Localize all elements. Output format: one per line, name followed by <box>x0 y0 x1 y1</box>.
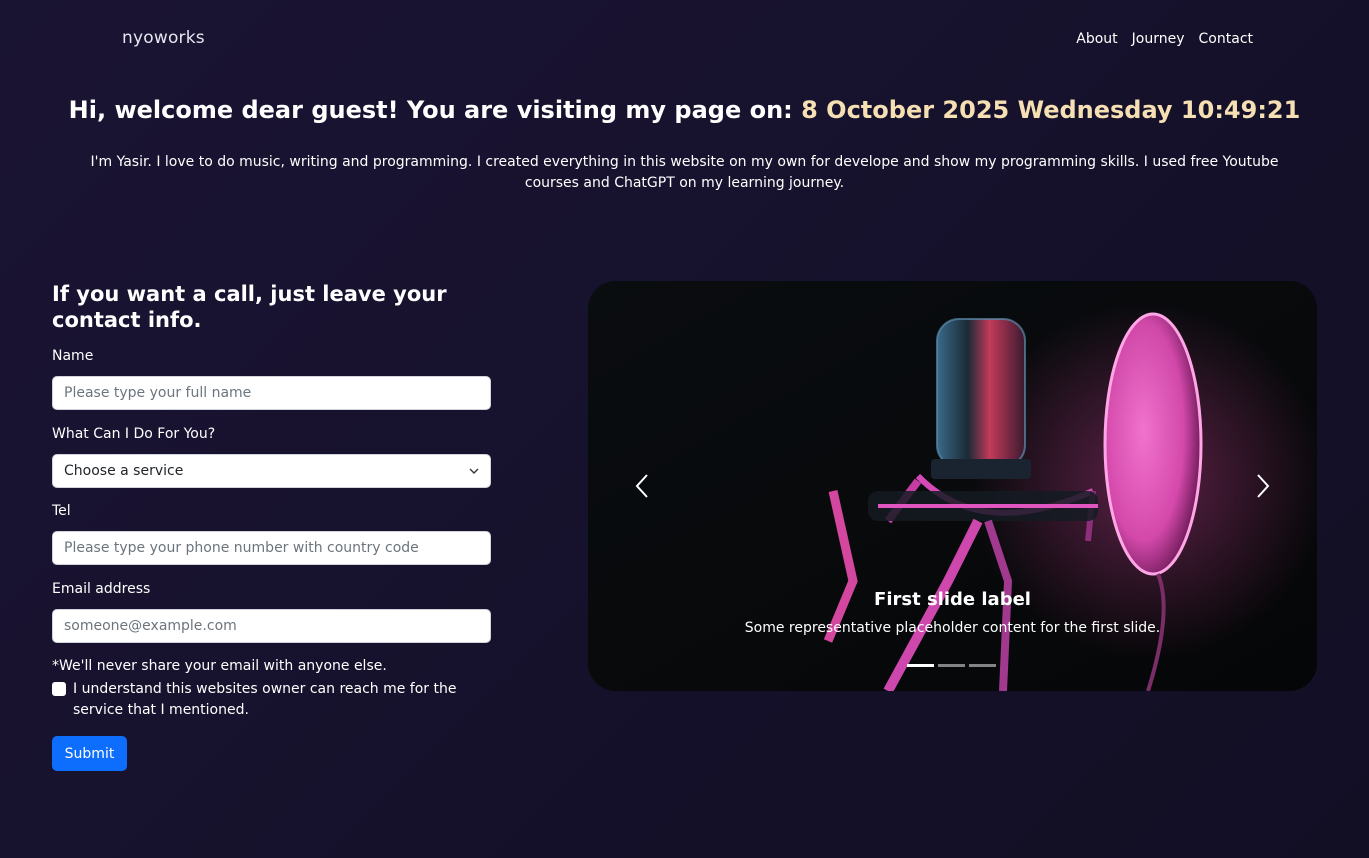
tel-input[interactable] <box>52 531 491 565</box>
slide-text: Some representative placeholder content … <box>744 620 1161 636</box>
consent-row: I understand this websites owner can rea… <box>52 679 492 721</box>
nav-link-about[interactable]: About <box>1076 31 1117 47</box>
welcome-heading: Hi, welcome dear guest! You are visiting… <box>0 96 1369 124</box>
slide-title: First slide label <box>874 589 1031 610</box>
consent-text: I understand this websites owner can rea… <box>73 681 457 718</box>
brand-logo[interactable]: nyoworks <box>122 28 205 48</box>
service-label: What Can I Do For You? <box>52 426 216 442</box>
contact-form: If you want a call, just leave your cont… <box>52 281 512 771</box>
chevron-right-icon[interactable] <box>1247 471 1277 501</box>
chevron-down-icon <box>469 468 479 474</box>
name-input[interactable] <box>52 376 491 410</box>
consent-checkbox[interactable] <box>52 682 66 696</box>
current-date: 8 October 2025 Wednesday 10:49:21 <box>801 96 1301 124</box>
tel-label: Tel <box>52 503 71 519</box>
carousel-indicator-1[interactable] <box>907 664 934 667</box>
service-select[interactable]: Choose a service <box>52 454 491 488</box>
image-carousel: First slide label Some representative pl… <box>588 281 1317 691</box>
privacy-note: *We'll never share your email with anyon… <box>52 658 387 674</box>
email-label: Email address <box>52 581 151 597</box>
carousel-indicator-2[interactable] <box>938 664 965 667</box>
nav-links: About Journey Contact <box>1076 31 1253 47</box>
service-selected-value: Choose a service <box>64 463 184 479</box>
submit-button[interactable]: Submit <box>52 736 127 771</box>
name-label: Name <box>52 348 94 364</box>
nav-link-contact[interactable]: Contact <box>1199 31 1253 47</box>
chevron-left-icon[interactable] <box>628 471 658 501</box>
form-heading: If you want a call, just leave your cont… <box>52 282 447 332</box>
navbar: nyoworks About Journey Contact <box>0 0 1369 80</box>
email-input[interactable] <box>52 609 491 643</box>
nav-link-journey[interactable]: Journey <box>1132 31 1185 47</box>
welcome-prefix: Hi, welcome dear guest! You are visiting… <box>68 96 802 124</box>
carousel-indicator-3[interactable] <box>969 664 996 667</box>
carousel-indicators <box>907 664 996 667</box>
intro-text: I'm Yasir. I love to do music, writing a… <box>90 154 1279 191</box>
